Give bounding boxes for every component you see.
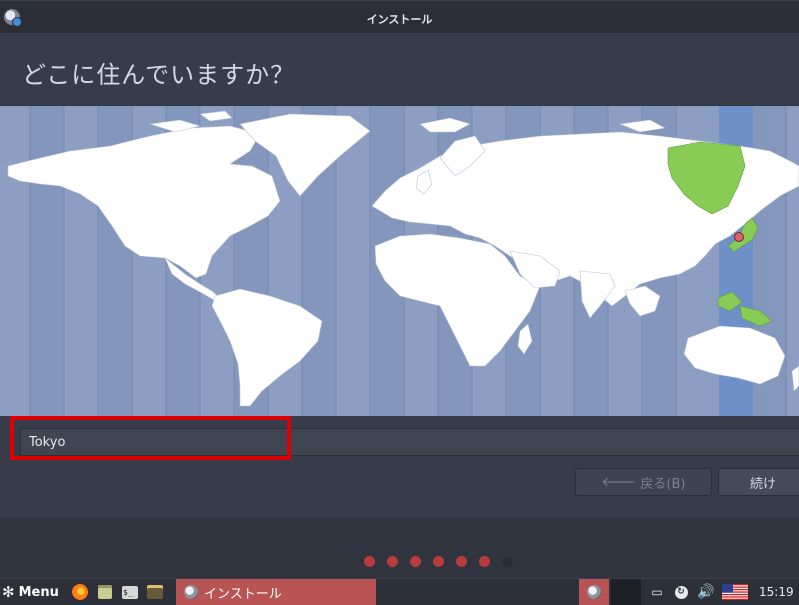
progress-dot xyxy=(502,556,513,567)
progress-dot xyxy=(387,556,398,567)
progress-dot xyxy=(410,556,421,567)
location-marker xyxy=(734,232,744,242)
task-label: インストール xyxy=(204,586,282,602)
navigation-buttons: 🡐 戻る(B) 続け xyxy=(0,466,799,518)
back-button-label: 戻る(B) xyxy=(640,476,686,492)
terminal-icon: $_ xyxy=(122,585,138,599)
page-header: どこに住んでいますか？ xyxy=(0,33,799,105)
arrow-left-icon: 🡐 xyxy=(601,475,637,490)
continue-button[interactable]: 続け xyxy=(718,468,799,496)
location-search-input[interactable] xyxy=(20,428,799,456)
update-icon: ↻ xyxy=(674,585,688,599)
back-button[interactable]: 🡐 戻る(B) xyxy=(575,468,712,496)
files-launcher[interactable] xyxy=(95,579,115,605)
installer-disc-icon xyxy=(184,585,198,599)
progress-area xyxy=(0,518,799,578)
tray-installer-app[interactable] xyxy=(579,579,609,605)
firefox-launcher[interactable] xyxy=(70,579,90,605)
menu-label: Menu xyxy=(18,584,59,600)
installer-disc-icon xyxy=(587,585,601,599)
notifications-icon[interactable]: ▭ xyxy=(650,579,664,605)
us-flag-icon xyxy=(722,584,748,600)
menu-icon: ✻ xyxy=(2,583,15,601)
taskbar: ✻ Menu $_ インストール ▭ ↻ 🔊 15:19 xyxy=(0,578,799,605)
progress-dot xyxy=(433,556,444,567)
firefox-icon xyxy=(72,584,88,600)
clock[interactable]: 15:19 xyxy=(759,579,794,605)
window-titlebar: インストール xyxy=(0,0,799,34)
media-launcher[interactable] xyxy=(145,579,165,605)
progress-dot xyxy=(479,556,490,567)
step-progress-dots xyxy=(364,556,513,567)
progress-dot xyxy=(456,556,467,567)
media-icon xyxy=(147,585,163,599)
keyboard-layout-button[interactable] xyxy=(721,579,749,605)
update-manager-button[interactable]: ↻ xyxy=(672,579,690,605)
start-menu-button[interactable]: ✻ Menu xyxy=(2,579,59,605)
tray-workspace[interactable] xyxy=(611,579,641,605)
location-search-row xyxy=(0,416,799,466)
timezone-map[interactable] xyxy=(0,106,799,416)
terminal-launcher[interactable]: $_ xyxy=(120,579,140,605)
continue-button-label: 続け xyxy=(749,476,776,492)
files-icon xyxy=(98,585,112,599)
taskbar-task-installer[interactable]: インストール xyxy=(176,579,376,605)
window-title: インストール xyxy=(366,13,433,26)
page-title: どこに住んでいますか？ xyxy=(22,61,296,89)
volume-icon[interactable]: 🔊 xyxy=(695,579,717,605)
progress-dot xyxy=(364,556,375,567)
